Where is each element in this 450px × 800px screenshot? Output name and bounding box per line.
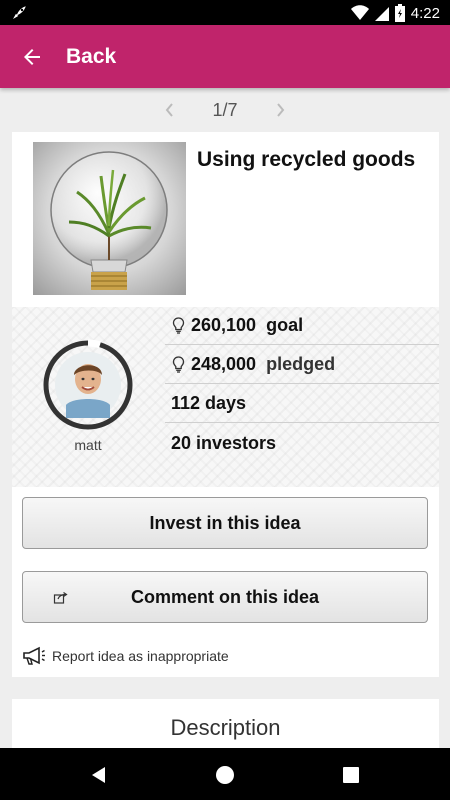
- nav-back-icon[interactable]: [89, 765, 109, 785]
- avatar-icon: [43, 339, 133, 430]
- lightbulb-plant-icon: [50, 151, 168, 290]
- pledged-row: 248,000 pledged: [165, 346, 439, 384]
- megaphone-icon: [23, 646, 45, 665]
- report-label: Report idea as inappropriate: [52, 648, 229, 664]
- share-icon: [53, 592, 68, 604]
- pager-label: 1/7: [212, 99, 238, 120]
- lightbulb-icon: [172, 317, 185, 334]
- idea-image: [33, 142, 186, 295]
- idea-title: Using recycled goods: [197, 148, 416, 171]
- pledged-value: 248,000: [191, 354, 257, 374]
- app-bar: Back: [0, 25, 450, 88]
- goal-row: 260,100 goal: [165, 307, 439, 345]
- battery-icon: [394, 4, 405, 22]
- days-row: 112 days: [165, 385, 439, 423]
- report-link[interactable]: Report idea as inappropriate: [22, 645, 229, 667]
- investors-row: 20 investors: [165, 424, 439, 462]
- avatar-name: matt: [74, 437, 102, 453]
- comment-button[interactable]: Comment on this idea: [22, 571, 428, 623]
- avatar[interactable]: [42, 339, 134, 431]
- idea-stats: matt 260,100 goal 248,000 pledged 112 da…: [12, 307, 439, 487]
- idea-card: Using recycled goods matt 260,100 goal 2…: [12, 132, 439, 677]
- idea-pager: 1/7: [0, 88, 450, 132]
- goal-value: 260,100: [191, 315, 257, 335]
- rocket-icon: [13, 6, 26, 19]
- description-heading: Description: [170, 715, 281, 740]
- back-button[interactable]: Back: [66, 45, 116, 69]
- goal-unit: goal: [266, 315, 304, 335]
- nav-home-icon[interactable]: [215, 765, 235, 785]
- investors-value: 20 investors: [171, 432, 277, 453]
- days-value: 112 days: [171, 393, 247, 413]
- lightbulb-icon: [172, 356, 185, 373]
- comment-button-label: Comment on this idea: [130, 586, 319, 607]
- back-arrow-icon[interactable]: [20, 45, 44, 69]
- wifi-icon: [350, 5, 369, 20]
- status-bar: 4:22: [0, 0, 450, 25]
- nav-recents-icon[interactable]: [341, 765, 361, 785]
- chevron-right-icon[interactable]: [274, 103, 286, 117]
- description-card: Description: [12, 699, 439, 748]
- chevron-left-icon[interactable]: [164, 103, 176, 117]
- invest-button[interactable]: Invest in this idea: [22, 497, 428, 549]
- signal-icon: [374, 7, 389, 21]
- pledged-unit: pledged: [266, 354, 336, 374]
- status-time: 4:22: [410, 4, 440, 22]
- system-nav-bar: [0, 748, 450, 800]
